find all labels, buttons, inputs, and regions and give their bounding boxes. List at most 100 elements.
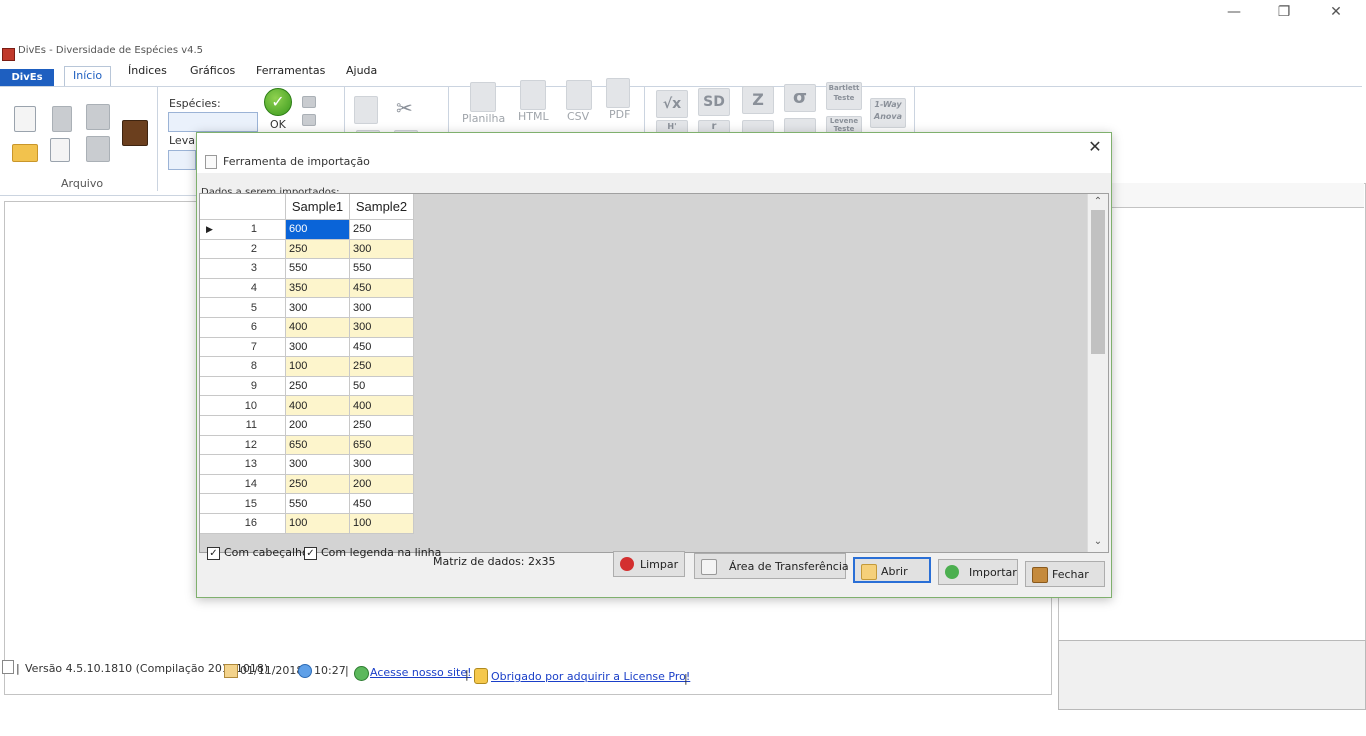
- cut-icon[interactable]: ✂: [396, 96, 418, 122]
- grid-cell[interactable]: 550: [349, 258, 414, 279]
- tab-graficos[interactable]: Gráficos: [182, 62, 243, 79]
- row-header[interactable]: 16: [200, 513, 286, 534]
- csv-icon[interactable]: [566, 80, 592, 110]
- grid-cell[interactable]: 100: [285, 356, 350, 377]
- list-icon[interactable]: [302, 96, 316, 108]
- table-row[interactable]: 8 100 250: [200, 356, 414, 377]
- document-icon[interactable]: [52, 106, 72, 132]
- file-tab[interactable]: DivEs: [0, 69, 54, 87]
- grid-cell[interactable]: 350: [285, 278, 350, 299]
- tab-inicio[interactable]: Início: [64, 66, 112, 88]
- new-file-icon[interactable]: [14, 106, 36, 132]
- copy-icon[interactable]: [354, 96, 378, 124]
- grid-cell[interactable]: 250: [349, 356, 414, 377]
- table-row[interactable]: 6 400 300: [200, 317, 414, 338]
- grid-cell[interactable]: 450: [349, 493, 414, 514]
- table-row[interactable]: 9 250 50: [200, 376, 414, 397]
- grid-cell[interactable]: 300: [285, 337, 350, 358]
- grid-cell[interactable]: 650: [285, 435, 350, 456]
- row-header[interactable]: 15: [200, 493, 286, 514]
- table-row[interactable]: 15 550 450: [200, 493, 414, 514]
- row-header[interactable]: 9: [200, 376, 286, 397]
- row-header[interactable]: 10: [200, 395, 286, 416]
- ok-check-icon[interactable]: ✓: [264, 88, 292, 116]
- grid-cell[interactable]: 650: [349, 435, 414, 456]
- abrir-button[interactable]: Abrir: [853, 557, 931, 583]
- exit-door-icon[interactable]: [122, 120, 148, 146]
- table-row[interactable]: 4 350 450: [200, 278, 414, 299]
- multi-save-icon[interactable]: [86, 136, 110, 162]
- legend-checkbox[interactable]: ✓: [304, 547, 317, 560]
- save-icon[interactable]: [86, 104, 110, 130]
- row-header[interactable]: 14: [200, 474, 286, 495]
- grid-cell[interactable]: 550: [285, 493, 350, 514]
- grid-cell[interactable]: 600: [285, 219, 350, 240]
- license-link[interactable]: Obrigado por adquirir a License Pro!: [491, 670, 690, 683]
- vertical-scrollbar[interactable]: ⌃ ⌄: [1087, 194, 1108, 552]
- export-excel-icon[interactable]: [50, 138, 70, 162]
- grid-cell[interactable]: 300: [349, 297, 414, 318]
- restore-button[interactable]: ❐: [1264, 4, 1304, 22]
- grid-cell[interactable]: 300: [285, 454, 350, 475]
- tab-ajuda[interactable]: Ajuda: [338, 62, 385, 79]
- z-score-icon[interactable]: Z: [742, 86, 774, 114]
- column-header[interactable]: Sample2: [349, 194, 414, 220]
- row-header[interactable]: 11: [200, 415, 286, 436]
- grid-cell[interactable]: 50: [349, 376, 414, 397]
- row-header[interactable]: 3: [200, 258, 286, 279]
- grid-cell[interactable]: 550: [285, 258, 350, 279]
- tab-indices[interactable]: Índices: [120, 62, 175, 79]
- sqrt-icon[interactable]: √x: [656, 90, 688, 118]
- grid-cell[interactable]: 100: [349, 513, 414, 534]
- std-dev-icon[interactable]: SD: [698, 88, 730, 116]
- grid-cell[interactable]: 250: [285, 376, 350, 397]
- table-row[interactable]: 3 550 550: [200, 258, 414, 279]
- grid-cell[interactable]: 400: [349, 395, 414, 416]
- grid-cell[interactable]: 300: [285, 297, 350, 318]
- column-header[interactable]: Sample1: [285, 194, 350, 220]
- grid-cell[interactable]: 450: [349, 278, 414, 299]
- row-header[interactable]: 2: [200, 239, 286, 260]
- grid-cell[interactable]: 450: [349, 337, 414, 358]
- row-header[interactable]: 4: [200, 278, 286, 299]
- table-row[interactable]: 5 300 300: [200, 297, 414, 318]
- grid-cell[interactable]: 400: [285, 317, 350, 338]
- table-row[interactable]: 10 400 400: [200, 395, 414, 416]
- site-link[interactable]: Acesse nosso site!: [370, 666, 472, 679]
- table-row[interactable]: 13 300 300: [200, 454, 414, 475]
- grid-cell[interactable]: 100: [285, 513, 350, 534]
- scrollbar-thumb[interactable]: [1091, 210, 1105, 354]
- close-window-button[interactable]: ✕: [1316, 4, 1356, 22]
- html-icon[interactable]: [520, 80, 546, 110]
- minimize-button[interactable]: —: [1214, 4, 1254, 22]
- limpar-button[interactable]: Limpar: [613, 551, 685, 577]
- grid-cell[interactable]: 300: [349, 454, 414, 475]
- grid-cell[interactable]: 300: [349, 317, 414, 338]
- tab-ferramentas[interactable]: Ferramentas: [248, 62, 333, 79]
- table-row[interactable]: 11 200 250: [200, 415, 414, 436]
- grid-cell[interactable]: 400: [285, 395, 350, 416]
- grid-cell[interactable]: 200: [285, 415, 350, 436]
- table-row[interactable]: 12 650 650: [200, 435, 414, 456]
- levantamentos-input[interactable]: [168, 150, 196, 170]
- open-folder-icon[interactable]: [12, 144, 38, 162]
- row-header[interactable]: 8: [200, 356, 286, 377]
- bartlett-test-icon[interactable]: Bartlett Teste: [826, 82, 862, 110]
- grid-cell[interactable]: 250: [349, 219, 414, 240]
- table-row[interactable]: 7 300 450: [200, 337, 414, 358]
- especies-input[interactable]: [168, 112, 258, 132]
- grid-cell[interactable]: 250: [285, 474, 350, 495]
- clipboard-button[interactable]: Área de Transferência: [694, 553, 849, 579]
- row-header[interactable]: 13: [200, 454, 286, 475]
- importar-button[interactable]: Importar: [938, 559, 1018, 585]
- data-grid[interactable]: Sample1 Sample2 ▶ 1 600 250 2 250 300 3 550 550 4 3…: [199, 193, 1109, 553]
- table-row[interactable]: ▶ 1 600 250: [200, 219, 414, 240]
- table-row[interactable]: 2 250 300: [200, 239, 414, 260]
- fechar-button[interactable]: Fechar: [1025, 561, 1105, 587]
- row-header[interactable]: 5: [200, 297, 286, 318]
- anova-icon[interactable]: 1-Way Anova: [870, 98, 906, 128]
- row-header[interactable]: 6: [200, 317, 286, 338]
- spreadsheet-icon[interactable]: [470, 82, 496, 112]
- grid-cell[interactable]: 200: [349, 474, 414, 495]
- header-checkbox[interactable]: ✓: [207, 547, 220, 560]
